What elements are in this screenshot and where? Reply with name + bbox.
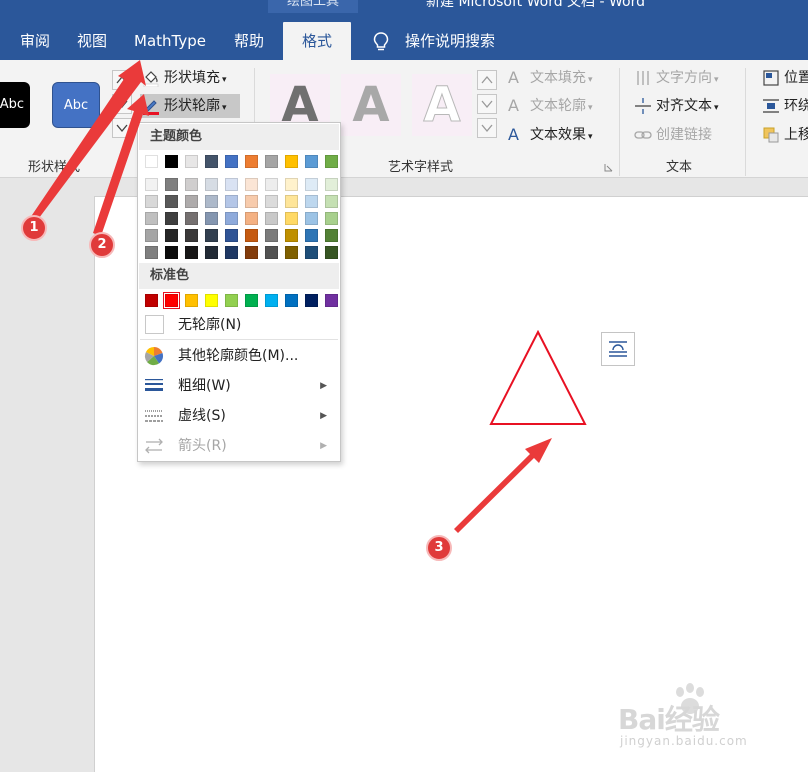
annotation-badge-1: 1	[21, 215, 47, 241]
annotation-arrow-3	[454, 438, 552, 533]
annotation-badge-3: 3	[426, 535, 452, 561]
annotation-badge-2: 2	[89, 232, 115, 258]
annotation-layer	[30, 60, 552, 533]
